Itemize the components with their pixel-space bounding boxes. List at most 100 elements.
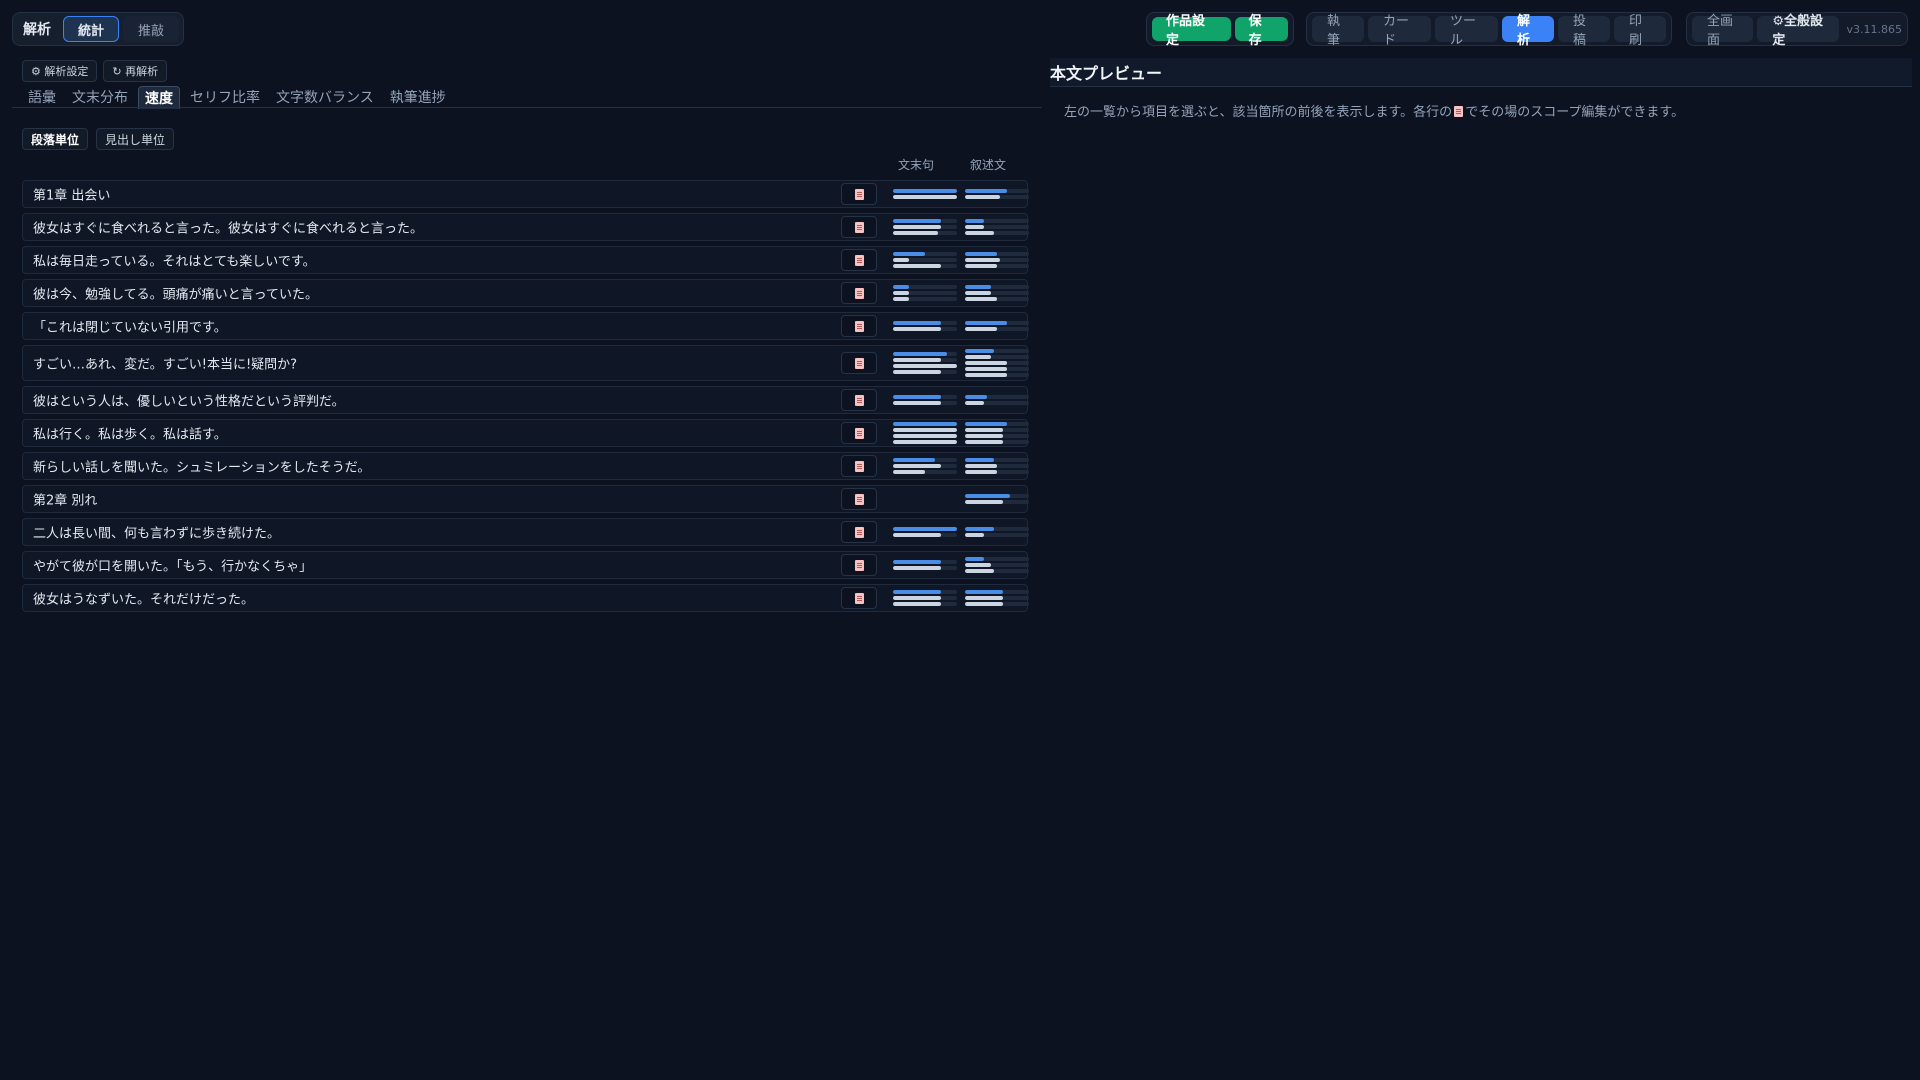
- metric-bar: [965, 252, 1029, 256]
- metric-bar: [965, 349, 1029, 353]
- paragraph-text: 彼は今、勉強してる。頭痛が痛いと言っていた。: [33, 287, 318, 303]
- narration-bars: [965, 252, 1029, 268]
- narration-bars: [965, 458, 1029, 474]
- metric-bar: [965, 563, 1029, 567]
- work-actions: 作品設定 保存: [1146, 12, 1294, 48]
- scope-edit-button[interactable]: [841, 422, 877, 444]
- paragraph-row[interactable]: 「これは閉じていない引用です。: [22, 312, 1029, 340]
- paragraph-row[interactable]: 第1章 出会い: [22, 180, 1029, 208]
- nav-writing[interactable]: 執筆: [1312, 14, 1364, 48]
- nav-cards[interactable]: カード: [1368, 14, 1431, 48]
- doc-icon: [854, 221, 864, 233]
- narration-bars: [965, 285, 1029, 301]
- analysis-toolbar: ⚙ 解析設定 ↻ 再解析: [22, 60, 168, 82]
- paragraph-text: すごい…あれ、変だ。すごい!本当に!疑問か?: [33, 357, 298, 373]
- metric-bar: [893, 352, 957, 356]
- doc-icon: [854, 460, 864, 472]
- paragraph-row[interactable]: 彼はという人は、優しいという性格だという評判だ。: [22, 386, 1029, 414]
- metric-bar: [893, 422, 957, 426]
- paragraph-row[interactable]: 二人は長い間、何も言わずに歩き続けた。: [22, 518, 1029, 546]
- top-bar: 解析 統計 推敲 作品設定 保存 執筆 カード ツール 解析 投稿 印刷 全画面…: [0, 0, 1920, 58]
- heading-unit-button[interactable]: 見出し単位: [96, 128, 175, 150]
- metric-bar: [965, 500, 1029, 504]
- paragraph-row[interactable]: 私は行く。私は歩く。私は話す。: [22, 419, 1029, 447]
- metric-bar: [965, 569, 1029, 573]
- metric-bar: [893, 458, 957, 462]
- metric-bar: [893, 395, 957, 399]
- tab-revision[interactable]: 推敲: [123, 16, 180, 42]
- sentence-ending-bars: [893, 352, 957, 374]
- metric-bar: [893, 252, 957, 256]
- paragraph-row[interactable]: 彼女はうなずいた。それだけだった。: [22, 584, 1029, 612]
- scope-edit-button[interactable]: [841, 249, 877, 271]
- scope-edit-button[interactable]: [841, 183, 877, 205]
- narration-bars: [965, 395, 1029, 405]
- metric-bar: [893, 285, 957, 289]
- fullscreen-button[interactable]: 全画面: [1692, 14, 1754, 48]
- scope-edit-button[interactable]: [841, 488, 877, 510]
- nav-analysis[interactable]: 解析: [1502, 14, 1554, 48]
- metric-bar: [893, 434, 957, 438]
- metric-bar: [893, 560, 957, 564]
- metric-bar: [893, 231, 957, 235]
- metric-bar: [965, 355, 1029, 359]
- doc-icon: [854, 526, 864, 538]
- doc-icon: [1454, 106, 1464, 117]
- scope-edit-button[interactable]: [841, 587, 877, 609]
- paragraph-row[interactable]: 彼女はすぐに食べれると言った。彼女はすぐに食べれると言った。: [22, 213, 1029, 241]
- general-settings-button[interactable]: ⚙全般設定: [1757, 14, 1839, 48]
- doc-icon: [854, 254, 864, 266]
- scope-edit-button[interactable]: [841, 282, 877, 304]
- preview-hint: 左の一覧から項目を選ぶと、該当箇所の前後を表示します。各行の でその場のスコープ編…: [1064, 105, 1685, 120]
- metric-bar: [965, 401, 1029, 405]
- metric-bar: [965, 285, 1029, 289]
- metric-bar: [893, 219, 957, 223]
- metric-bar: [965, 494, 1029, 498]
- reanalyze-button[interactable]: ↻ 再解析: [103, 60, 168, 82]
- paragraph-unit-button[interactable]: 段落単位: [22, 128, 89, 150]
- scope-edit-button[interactable]: [841, 521, 877, 543]
- unit-switch: 段落単位 見出し単位: [22, 128, 175, 150]
- metric-bar: [965, 527, 1029, 531]
- metric-bar: [893, 321, 957, 325]
- paragraph-row[interactable]: 第2章 別れ: [22, 485, 1029, 513]
- scope-edit-button[interactable]: [841, 352, 877, 374]
- paragraph-row[interactable]: 新らしい話しを聞いた。シュミレーションをしたそうだ。: [22, 452, 1029, 480]
- scope-edit-button[interactable]: [841, 389, 877, 411]
- sentence-ending-bars: [893, 189, 957, 199]
- tab-speed[interactable]: 速度: [138, 86, 180, 109]
- metric-bar: [965, 327, 1029, 331]
- work-settings-button[interactable]: 作品設定: [1152, 14, 1231, 48]
- metric-bar: [965, 195, 1029, 199]
- paragraph-text: 新らしい話しを聞いた。シュミレーションをしたそうだ。: [33, 460, 371, 476]
- paragraph-row[interactable]: 彼は今、勉強してる。頭痛が痛いと言っていた。: [22, 279, 1029, 307]
- paragraph-text: 私は毎日走っている。それはとても楽しいです。: [33, 254, 316, 270]
- paragraph-row[interactable]: やがて彼が口を開いた。「もう、行かなくちゃ」: [22, 551, 1029, 579]
- doc-icon: [854, 287, 864, 299]
- metric-bar: [893, 470, 957, 474]
- metric-bar: [893, 464, 957, 468]
- analysis-settings-button[interactable]: ⚙ 解析設定: [22, 60, 98, 82]
- paragraph-row[interactable]: 私は毎日走っている。それはとても楽しいです。: [22, 246, 1029, 274]
- metric-bar: [893, 264, 957, 268]
- scope-edit-button[interactable]: [841, 554, 877, 576]
- narration-bars: [965, 590, 1029, 606]
- metric-bar: [893, 596, 957, 600]
- metric-bar: [965, 264, 1029, 268]
- tab-statistics[interactable]: 統計: [63, 16, 120, 42]
- save-button[interactable]: 保存: [1234, 14, 1288, 48]
- metric-bar: [893, 602, 957, 606]
- scope-edit-button[interactable]: [841, 315, 877, 337]
- metric-bar: [893, 440, 957, 444]
- doc-icon: [854, 592, 864, 604]
- metric-bar: [965, 395, 1029, 399]
- doc-icon: [854, 188, 864, 200]
- metric-bar: [893, 358, 957, 362]
- scope-edit-button[interactable]: [841, 455, 877, 477]
- nav-print[interactable]: 印刷: [1614, 14, 1666, 48]
- scope-edit-button[interactable]: [841, 216, 877, 238]
- paragraph-text: 彼女はうなずいた。それだけだった。: [33, 592, 255, 608]
- nav-tools[interactable]: ツール: [1435, 14, 1498, 48]
- paragraph-row[interactable]: すごい…あれ、変だ。すごい!本当に!疑問か?: [22, 345, 1029, 381]
- nav-post[interactable]: 投稿: [1558, 14, 1610, 48]
